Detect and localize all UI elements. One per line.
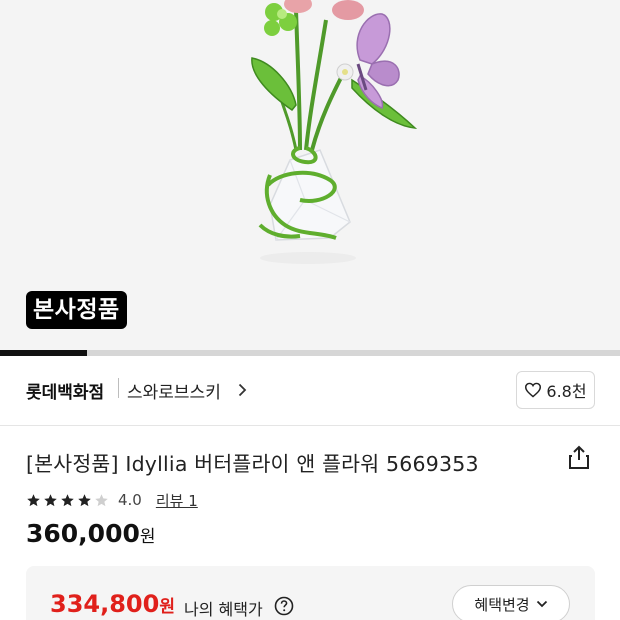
star-filled-icon — [27, 493, 40, 506]
authentic-badge: 본사정품 — [26, 291, 127, 329]
divider — [118, 378, 119, 398]
question-circle-icon[interactable] — [274, 596, 294, 616]
original-price-value: 360,000 — [26, 519, 140, 548]
like-button[interactable]: 6.8천 — [516, 371, 595, 409]
benefit-currency: 원 — [159, 597, 175, 617]
benefit-price: 334,800원 — [50, 590, 175, 618]
rating-value: 4.0 — [118, 491, 142, 509]
product-title: [본사정품] Idyllia 버터플라이 앤 플라워 5669353 — [26, 452, 479, 476]
like-count: 6.8천 — [546, 382, 587, 401]
currency-label: 원 — [139, 527, 156, 547]
change-benefit-label: 혜택변경 — [474, 595, 530, 614]
benefit-price-box: 334,800원 나의 혜택가 혜택변경 — [26, 566, 595, 620]
benefit-price-label: 나의 혜택가 — [184, 600, 263, 619]
seller-brand-row: 롯데백화점 스와로브스키 6.8천 — [0, 356, 620, 426]
star-filled-icon — [44, 493, 57, 506]
share-icon[interactable] — [566, 444, 592, 470]
product-image-gallery[interactable]: 본사정품 — [0, 0, 620, 350]
rating-stars — [26, 493, 109, 508]
chevron-down-icon — [536, 600, 547, 608]
store-name[interactable]: 롯데백화점 — [26, 378, 104, 403]
star-filled-icon — [61, 493, 74, 506]
chevron-right-icon[interactable] — [238, 383, 247, 397]
star-empty-icon — [95, 493, 108, 506]
original-price: 360,000원 — [26, 519, 156, 548]
heart-icon — [525, 382, 542, 398]
star-filled-icon — [78, 493, 91, 506]
rating-row: 4.0 리뷰 1 — [26, 489, 198, 511]
review-count-link[interactable]: 리뷰 1 — [156, 490, 198, 511]
brand-link[interactable]: 스와로브스키 — [127, 378, 221, 403]
change-benefit-button[interactable]: 혜택변경 — [452, 585, 570, 620]
benefit-price-value: 334,800 — [50, 590, 160, 618]
